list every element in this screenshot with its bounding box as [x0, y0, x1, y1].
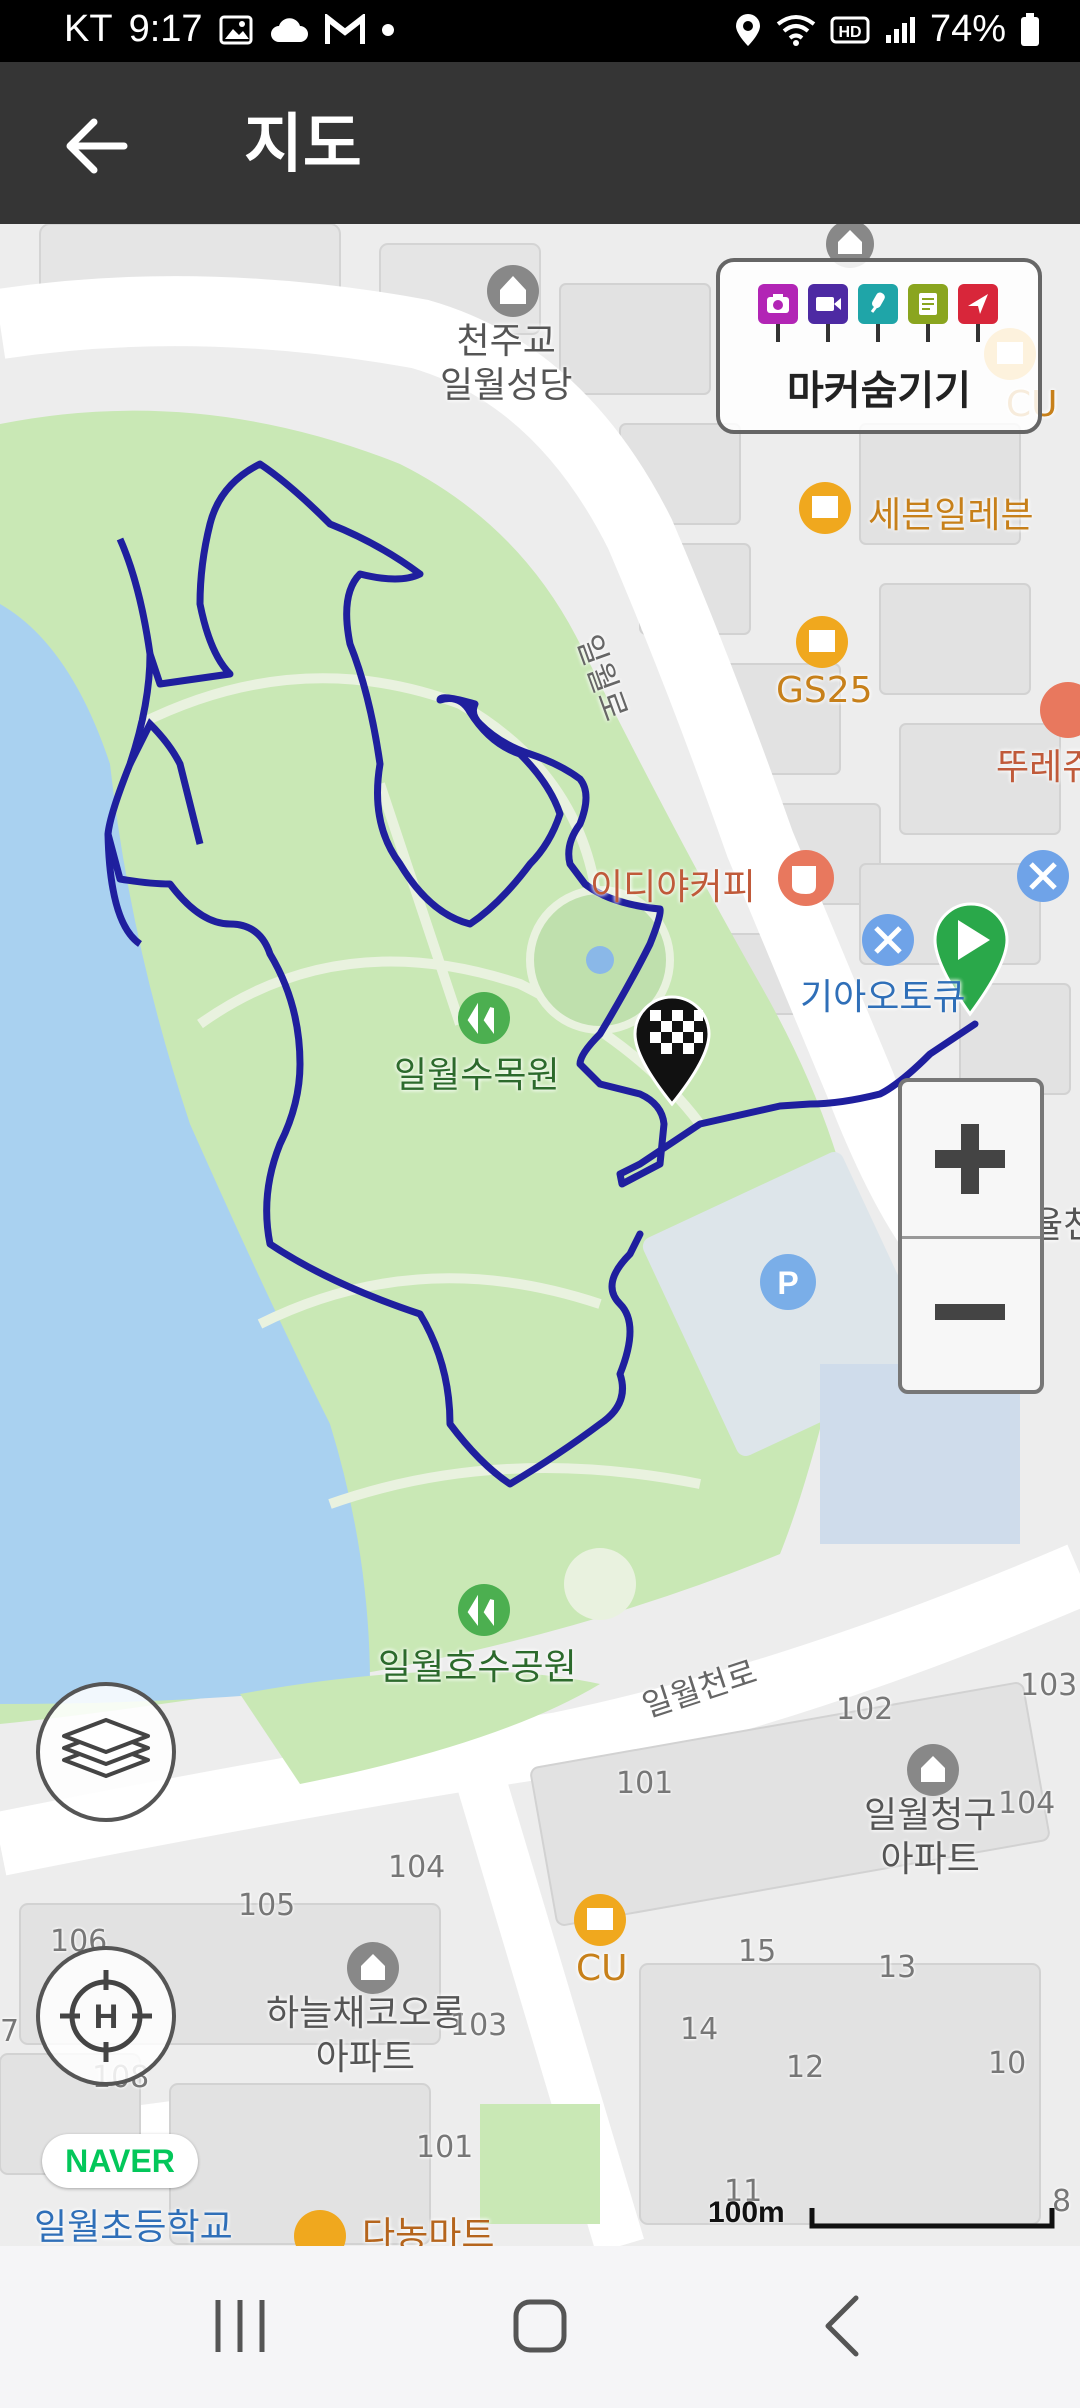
gmail-icon [324, 13, 365, 44]
map-layers-button[interactable] [36, 1682, 176, 1822]
building-number: 14 [680, 2012, 719, 2047]
building-number: 104 [998, 1786, 1056, 1821]
zoom-in-button[interactable] [902, 1082, 1040, 1239]
home-location-button[interactable]: H [36, 1946, 176, 2086]
home-icon[interactable] [480, 2286, 600, 2366]
building-number: 103 [1020, 1668, 1078, 1703]
scale-label: 100m [708, 2196, 785, 2229]
marker-hide-toggle[interactable]: 마커숨기기 [716, 258, 1042, 434]
building-number: 10 [988, 2046, 1027, 2081]
hd-icon: HD [830, 16, 870, 43]
status-bar: KT 9:17 HD 74% [0, 0, 1080, 62]
building-number: 101 [616, 1766, 674, 1801]
video-icon [808, 284, 848, 342]
system-nav-bar [0, 2246, 1080, 2408]
building-number: 101 [416, 2130, 474, 2165]
arboretum-label[interactable]: 일월수목원 [394, 1046, 560, 1098]
marker-hide-label: 마커숨기기 [787, 368, 971, 414]
marker-legend [758, 284, 998, 342]
building-number: 7 [0, 2014, 20, 2049]
battery-icon [1021, 12, 1039, 46]
dot-icon [381, 23, 394, 36]
building-number: 12 [786, 2050, 825, 2085]
app-header: 지도 [0, 62, 1080, 224]
plus-icon [935, 1124, 1005, 1194]
memo-icon [908, 284, 948, 342]
building-number: 104 [388, 1850, 446, 1885]
parking-icon: P [760, 1254, 816, 1310]
zoom-controls [898, 1078, 1044, 1394]
building-number: 103 [450, 2008, 508, 2043]
seven-eleven-label[interactable]: 세븐일레븐 [868, 486, 1034, 538]
location-icon [735, 13, 760, 46]
haneulchae-apartment-label[interactable]: 하늘채코오롱 아파트 [266, 1992, 465, 2080]
naver-logo: NAVER [42, 2134, 198, 2188]
building-number: 102 [836, 1692, 894, 1727]
lake-park-label[interactable]: 일월호수공원 [378, 1638, 577, 1690]
camera-icon [758, 284, 798, 342]
carrier-label: KT [64, 8, 113, 50]
church-icon [487, 265, 539, 317]
kia-autoq-label[interactable]: 기아오토큐 [800, 968, 966, 1020]
recent-apps-icon[interactable] [180, 2286, 300, 2366]
svg-text:HD: HD [838, 24, 861, 41]
danong-mart-label[interactable]: 다농마트 [362, 2206, 494, 2246]
building-number: 13 [878, 1950, 917, 1985]
scale-line [809, 2208, 1055, 2229]
tous-les-jours-label[interactable]: 뚜레쥬 [996, 738, 1080, 790]
microphone-icon [858, 284, 898, 342]
flag-icon [958, 284, 998, 342]
building-number: 15 [738, 1934, 777, 1969]
page-title: 지도 [244, 108, 362, 180]
gallery-icon [219, 15, 253, 44]
cu-label-bottom[interactable]: CU [576, 1948, 628, 1989]
church-label: 천주교 일월성당 [440, 321, 573, 406]
map-view[interactable]: P 천주교 일월성당 일월로 세븐일레븐 GS25 뚜레쥬 이디야커피 기아오토… [0, 224, 1080, 2246]
time-label: 9:17 [128, 8, 203, 50]
back-chevron-icon[interactable] [784, 2286, 904, 2366]
svg-text:P: P [777, 1265, 798, 1301]
signal-icon [885, 16, 915, 43]
gs25-label[interactable]: GS25 [776, 670, 873, 711]
map-scale: 100m [708, 2196, 1058, 2236]
ediya-label[interactable]: 이디야커피 [590, 858, 756, 910]
battery-percent: 74% [929, 8, 1006, 50]
minus-icon [935, 1304, 1005, 1320]
layers-icon [62, 1718, 150, 1778]
building-number: 105 [238, 1888, 296, 1923]
zoom-out-button[interactable] [902, 1236, 1040, 1390]
cheonggu-apartment-label[interactable]: 일월청구 아파트 [864, 1794, 996, 1882]
wifi-icon [776, 14, 816, 46]
cloud-icon [270, 17, 308, 42]
crosshair-home-icon: H [60, 1970, 152, 2062]
svg-text:H: H [94, 1998, 119, 2036]
elementary-school-label[interactable]: 일월초등학교 [34, 2198, 233, 2246]
arrow-left-icon[interactable] [56, 106, 136, 186]
